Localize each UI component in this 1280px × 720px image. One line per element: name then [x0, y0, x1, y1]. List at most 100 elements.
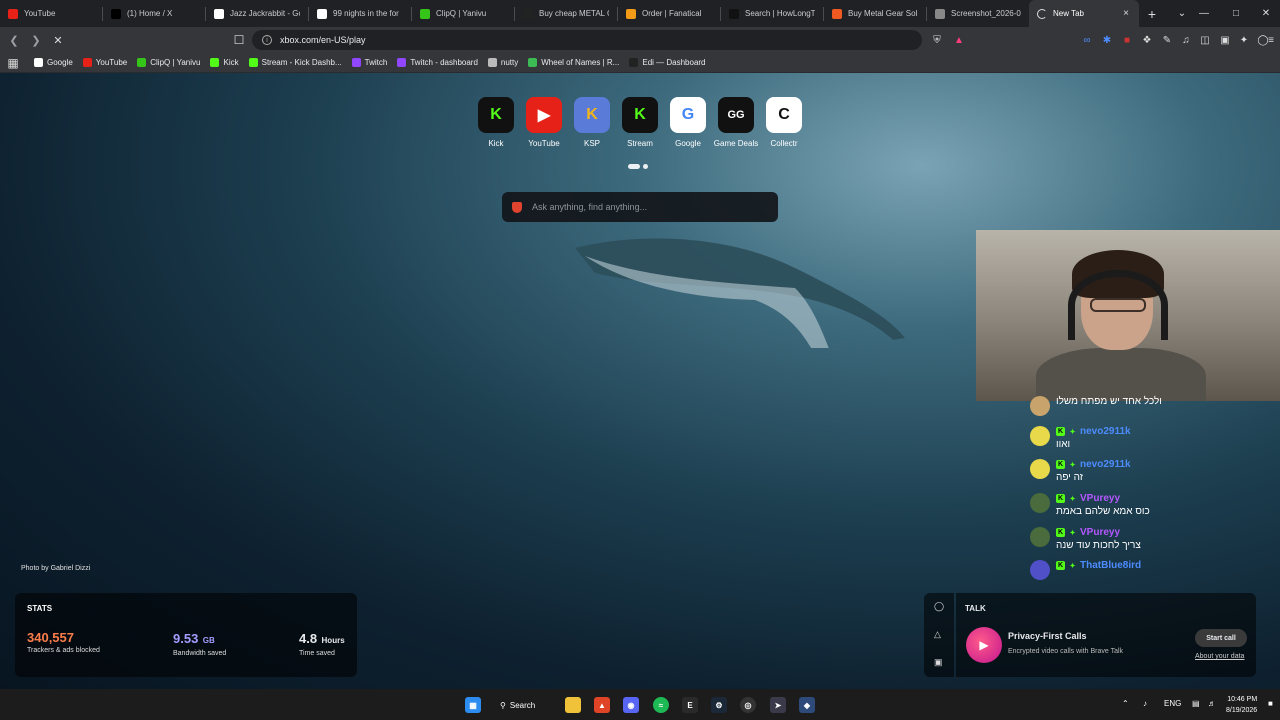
- top-site-stream[interactable]: K Stream: [620, 97, 660, 148]
- tab-6[interactable]: Order | Fanatical: [618, 0, 720, 27]
- bookmark-2[interactable]: ClipQ | Yanivu: [137, 58, 200, 67]
- minimize-button[interactable]: —: [1188, 0, 1220, 27]
- tab-2[interactable]: Jazz Jackrabbit - Go: [206, 0, 308, 27]
- close-window-button[interactable]: ✕: [1250, 0, 1280, 27]
- close-tab-icon[interactable]: ×: [1121, 8, 1131, 19]
- volume-icon[interactable]: ♬: [1208, 699, 1216, 708]
- vpn-widget-icon[interactable]: ◯: [934, 601, 944, 612]
- network-icon[interactable]: ▤: [1192, 699, 1200, 708]
- top-site-ksp[interactable]: K KSP: [572, 97, 612, 148]
- discord-icon[interactable]: ◉: [623, 697, 639, 713]
- chat-username[interactable]: VPureyy: [1080, 527, 1120, 538]
- forward-button[interactable]: ❯: [25, 29, 47, 51]
- tab-0[interactable]: YouTube: [0, 0, 102, 27]
- sidebar-icon[interactable]: ◫: [1198, 33, 1212, 47]
- stop-loading-button[interactable]: ✕: [47, 29, 69, 51]
- top-site-kick[interactable]: K Kick: [476, 97, 516, 148]
- media-icon[interactable]: ♫: [1179, 33, 1193, 47]
- start-call-button[interactable]: Start call: [1195, 629, 1247, 647]
- loading-icon: [1037, 8, 1047, 19]
- menu-icon[interactable]: ≡: [1264, 33, 1278, 47]
- talk-heading: TALK: [965, 604, 986, 613]
- bookmark-label: Wheel of Names | R...: [541, 58, 620, 67]
- brave-shields-icon[interactable]: ⛨: [930, 33, 944, 47]
- notification-icon[interactable]: ■: [1268, 699, 1273, 708]
- wallet-icon[interactable]: ▣: [1218, 33, 1232, 47]
- tab-7[interactable]: Search | HowLongT: [721, 0, 823, 27]
- bookmark-7[interactable]: nutty: [487, 58, 518, 67]
- address-bar[interactable]: i xbox.com/en-US/play: [252, 30, 922, 50]
- bookmark-5[interactable]: Twitch: [351, 58, 387, 67]
- bookmark-8[interactable]: Wheel of Names | R...: [528, 58, 619, 67]
- bookmark-3[interactable]: Kick: [210, 58, 239, 67]
- tab-8[interactable]: Buy Metal Gear Sol: [824, 0, 926, 27]
- top-sites-pager[interactable]: [628, 164, 648, 169]
- bookmark-4[interactable]: Stream - Kick Dashb...: [248, 58, 342, 67]
- verified-badge-icon: ✦: [1069, 428, 1076, 436]
- search-box[interactable]: Ask anything, find anything...: [502, 192, 778, 222]
- tab-strip: YouTube (1) Home / X Jazz Jackrabbit - Go 9…: [0, 0, 1280, 27]
- microphone-icon[interactable]: ♪: [1143, 699, 1147, 708]
- bookmark-icon[interactable]: ☐: [228, 29, 250, 51]
- extension-icon-4[interactable]: ✎: [1160, 33, 1174, 47]
- app-icon-1[interactable]: ➤: [770, 697, 786, 713]
- photo-credit[interactable]: Photo by Gabriel Dizzi: [21, 565, 90, 572]
- bookmark-label: ClipQ | Yanivu: [150, 58, 201, 67]
- leo-ai-icon[interactable]: ✦: [1237, 33, 1251, 47]
- chat-username[interactable]: nevo2911k: [1080, 426, 1131, 437]
- tab-5[interactable]: Buy cheap METAL G: [515, 0, 617, 27]
- talk-widget: TALK ▶ Privacy-First Calls Encrypted vid…: [956, 593, 1256, 677]
- tab-9[interactable]: Screenshot_2026-0: [927, 0, 1029, 27]
- obs-icon[interactable]: ◎: [740, 697, 756, 713]
- taskbar-search[interactable]: ⚲ Search: [500, 697, 548, 713]
- chat-avatar: [1030, 459, 1050, 479]
- windows-start-icon[interactable]: ▦: [465, 697, 481, 713]
- about-data-link[interactable]: About your data: [1195, 653, 1244, 660]
- extensions-icon[interactable]: ❖: [1140, 33, 1154, 47]
- bandwidth-stat: 9.53 GB Bandwidth saved: [173, 630, 226, 657]
- kick-badge-icon: K: [1056, 494, 1065, 503]
- apps-grid-icon[interactable]: ▦: [2, 52, 24, 74]
- bookmark-9[interactable]: Edi — Dashboard: [629, 58, 706, 67]
- steam-icon[interactable]: ⚙: [711, 697, 727, 713]
- back-button[interactable]: ❮: [3, 29, 25, 51]
- bookmark-label: Stream - Kick Dashb...: [261, 58, 342, 67]
- extension-icon-3[interactable]: ■: [1120, 33, 1134, 47]
- bookmark-6[interactable]: Twitch - dashboard: [397, 58, 478, 67]
- site-info-icon[interactable]: i: [262, 35, 272, 45]
- chat-username[interactable]: ThatBlue8ird: [1080, 560, 1141, 571]
- clipq-icon: [420, 8, 430, 19]
- new-tab-button[interactable]: +: [1139, 6, 1165, 22]
- language-indicator[interactable]: ENG: [1164, 699, 1181, 708]
- tab-1[interactable]: (1) Home / X: [103, 0, 205, 27]
- rewards-widget-icon[interactable]: △: [934, 629, 941, 640]
- talk-widget-icon[interactable]: ▣: [934, 657, 943, 668]
- top-site-google[interactable]: G Google: [668, 97, 708, 148]
- extension-icon-1[interactable]: ∞: [1080, 33, 1094, 47]
- tab-10[interactable]: New Tab ×: [1029, 0, 1139, 27]
- bookmark-0[interactable]: Google: [34, 58, 73, 67]
- tab-title: New Tab: [1053, 9, 1084, 18]
- top-site-collectr[interactable]: C Collectr: [764, 97, 804, 148]
- chat-username[interactable]: nevo2911k: [1080, 459, 1131, 470]
- top-site-icon: ▶: [526, 97, 562, 133]
- tab-3[interactable]: 99 nights in the for: [309, 0, 411, 27]
- bookmark-1[interactable]: YouTube: [82, 58, 127, 67]
- top-site-youtube[interactable]: ▶ YouTube: [524, 97, 564, 148]
- file-explorer-icon[interactable]: [565, 697, 581, 713]
- tray-chevron-icon[interactable]: ⌃: [1122, 699, 1129, 708]
- maximize-button[interactable]: □: [1220, 0, 1252, 27]
- edi-icon: [629, 58, 639, 67]
- clock[interactable]: 10:46 PM 8/19/2026: [1226, 694, 1257, 716]
- brave-rewards-icon[interactable]: ▲: [952, 33, 966, 47]
- extension-icon-2[interactable]: ✱: [1100, 33, 1114, 47]
- top-site-game-deals[interactable]: GG Game Deals: [714, 97, 758, 148]
- chat-username[interactable]: VPureyy: [1080, 493, 1120, 504]
- app-icon-2[interactable]: ◆: [799, 697, 815, 713]
- epic-games-icon[interactable]: E: [682, 697, 698, 713]
- chat-meta: K ✦ nevo2911k: [1056, 459, 1131, 470]
- tab-4[interactable]: ClipQ | Yanivu: [412, 0, 514, 27]
- spotify-icon[interactable]: ≈: [653, 697, 669, 713]
- brave-icon[interactable]: ▲: [594, 697, 610, 713]
- twitch-icon: [351, 58, 361, 67]
